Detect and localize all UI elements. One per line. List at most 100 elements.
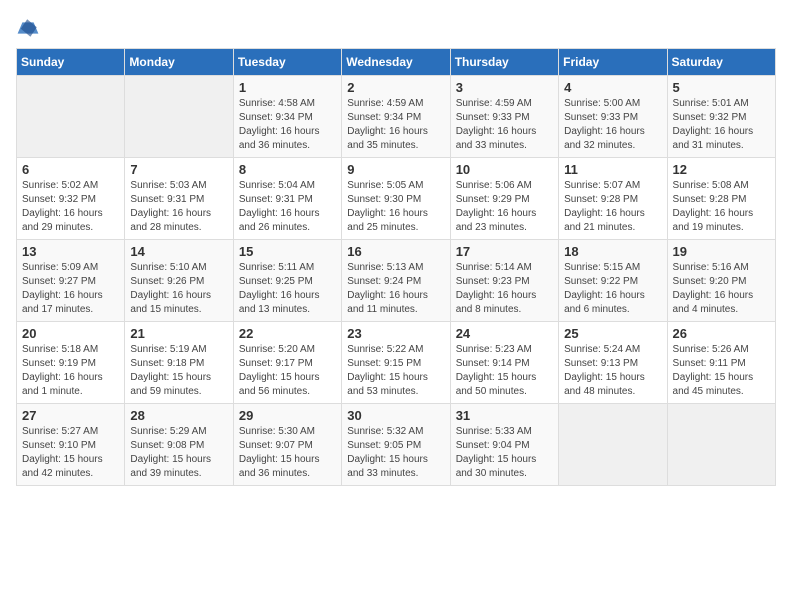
day-number: 23 — [347, 326, 444, 341]
calendar-cell: 4Sunrise: 5:00 AM Sunset: 9:33 PM Daylig… — [559, 76, 667, 158]
day-content: Sunrise: 5:13 AM Sunset: 9:24 PM Dayligh… — [347, 261, 444, 317]
day-number: 18 — [564, 244, 661, 259]
day-number: 6 — [22, 162, 119, 177]
calendar-cell: 1 Sunrise: 4:58 AM Sunset: 9:34 PM Daylig… — [233, 76, 341, 158]
calendar-cell: 12 Sunrise: 5:08 AM Sunset: 9:28 PM Dayli… — [667, 158, 775, 240]
day-content: Sunrise: 5:14 AM Sunset: 9:23 PM Dayligh… — [456, 261, 553, 317]
day-content: Sunrise: 5:32 AM Sunset: 9:05 PM Dayligh… — [347, 425, 444, 481]
day-content: Sunrise: 4:59 AM Sunset: 9:33 PM Dayligh… — [456, 97, 553, 153]
day-number: 21 — [130, 326, 227, 341]
day-content: Sunrise: 5:11 AM Sunset: 9:25 PM Dayligh… — [239, 261, 336, 317]
day-of-week-header: Saturday — [667, 49, 775, 76]
calendar-cell: 11 Sunrise: 5:07 AM Sunset: 9:28 PM Dayli… — [559, 158, 667, 240]
day-content: Sunrise: 5:27 AM Sunset: 9:10 PM Dayligh… — [22, 425, 119, 481]
calendar-cell: 8 Sunrise: 5:04 AM Sunset: 9:31 PM Daylig… — [233, 158, 341, 240]
calendar-cell — [17, 76, 125, 158]
day-number: 19 — [673, 244, 770, 259]
day-content: Sunrise: 5:09 AM Sunset: 9:27 PM Dayligh… — [22, 261, 119, 317]
day-content: Sunrise: 5:02 AM Sunset: 9:32 PM Dayligh… — [22, 179, 119, 235]
calendar-cell: 13 Sunrise: 5:09 AM Sunset: 9:27 PM Dayli… — [17, 240, 125, 322]
calendar-cell: 27Sunrise: 5:27 AM Sunset: 9:10 PM Dayli… — [17, 404, 125, 486]
day-of-week-header: Wednesday — [342, 49, 450, 76]
calendar-week-row: 27Sunrise: 5:27 AM Sunset: 9:10 PM Dayli… — [17, 404, 776, 486]
calendar-header-row: SundayMondayTuesdayWednesdayThursdayFrid… — [17, 49, 776, 76]
day-content: Sunrise: 5:20 AM Sunset: 9:17 PM Dayligh… — [239, 343, 336, 399]
day-number: 14 — [130, 244, 227, 259]
day-of-week-header: Monday — [125, 49, 233, 76]
day-number: 5 — [673, 80, 770, 95]
calendar-table: SundayMondayTuesdayWednesdayThursdayFrid… — [16, 48, 776, 486]
calendar-cell — [125, 76, 233, 158]
day-content: Sunrise: 4:59 AM Sunset: 9:34 PM Dayligh… — [347, 97, 444, 153]
calendar-body: 1 Sunrise: 4:58 AM Sunset: 9:34 PM Daylig… — [17, 76, 776, 486]
day-number: 26 — [673, 326, 770, 341]
calendar-cell: 24Sunrise: 5:23 AM Sunset: 9:14 PM Dayli… — [450, 322, 558, 404]
day-content: Sunrise: 5:33 AM Sunset: 9:04 PM Dayligh… — [456, 425, 553, 481]
day-content: Sunrise: 5:24 AM Sunset: 9:13 PM Dayligh… — [564, 343, 661, 399]
day-content: Sunrise: 5:22 AM Sunset: 9:15 PM Dayligh… — [347, 343, 444, 399]
day-of-week-header: Tuesday — [233, 49, 341, 76]
day-content: Sunrise: 5:29 AM Sunset: 9:08 PM Dayligh… — [130, 425, 227, 481]
day-number: 9 — [347, 162, 444, 177]
calendar-week-row: 1 Sunrise: 4:58 AM Sunset: 9:34 PM Daylig… — [17, 76, 776, 158]
day-content: Sunrise: 5:30 AM Sunset: 9:07 PM Dayligh… — [239, 425, 336, 481]
calendar-cell: 29 Sunrise: 5:30 AM Sunset: 9:07 PM Dayli… — [233, 404, 341, 486]
calendar-cell: 19 Sunrise: 5:16 AM Sunset: 9:20 PM Dayli… — [667, 240, 775, 322]
calendar-cell: 16 Sunrise: 5:13 AM Sunset: 9:24 PM Dayli… — [342, 240, 450, 322]
day-number: 29 — [239, 408, 336, 423]
day-content: Sunrise: 5:15 AM Sunset: 9:22 PM Dayligh… — [564, 261, 661, 317]
day-number: 16 — [347, 244, 444, 259]
day-number: 4 — [564, 80, 661, 95]
calendar-cell — [667, 404, 775, 486]
day-content: Sunrise: 5:26 AM Sunset: 9:11 PM Dayligh… — [673, 343, 770, 399]
day-content: Sunrise: 5:18 AM Sunset: 9:19 PM Dayligh… — [22, 343, 119, 399]
calendar-cell: 7Sunrise: 5:03 AM Sunset: 9:31 PM Daylig… — [125, 158, 233, 240]
day-number: 20 — [22, 326, 119, 341]
calendar-cell: 14 Sunrise: 5:10 AM Sunset: 9:26 PM Dayli… — [125, 240, 233, 322]
day-number: 31 — [456, 408, 553, 423]
calendar-cell: 20 Sunrise: 5:18 AM Sunset: 9:19 PM Dayli… — [17, 322, 125, 404]
day-number: 2 — [347, 80, 444, 95]
day-content: Sunrise: 5:05 AM Sunset: 9:30 PM Dayligh… — [347, 179, 444, 235]
calendar-cell: 30Sunrise: 5:32 AM Sunset: 9:05 PM Dayli… — [342, 404, 450, 486]
logo — [16, 16, 44, 40]
day-number: 13 — [22, 244, 119, 259]
calendar-cell: 5 Sunrise: 5:01 AM Sunset: 9:32 PM Daylig… — [667, 76, 775, 158]
calendar-cell: 2 Sunrise: 4:59 AM Sunset: 9:34 PM Daylig… — [342, 76, 450, 158]
calendar-cell: 26 Sunrise: 5:26 AM Sunset: 9:11 PM Dayli… — [667, 322, 775, 404]
day-of-week-header: Thursday — [450, 49, 558, 76]
calendar-cell: 17 Sunrise: 5:14 AM Sunset: 9:23 PM Dayli… — [450, 240, 558, 322]
day-content: Sunrise: 5:16 AM Sunset: 9:20 PM Dayligh… — [673, 261, 770, 317]
calendar-cell: 23 Sunrise: 5:22 AM Sunset: 9:15 PM Dayli… — [342, 322, 450, 404]
calendar-cell: 21Sunrise: 5:19 AM Sunset: 9:18 PM Dayli… — [125, 322, 233, 404]
day-content: Sunrise: 5:07 AM Sunset: 9:28 PM Dayligh… — [564, 179, 661, 235]
day-content: Sunrise: 5:06 AM Sunset: 9:29 PM Dayligh… — [456, 179, 553, 235]
calendar-cell: 10 Sunrise: 5:06 AM Sunset: 9:29 PM Dayli… — [450, 158, 558, 240]
calendar-cell: 6 Sunrise: 5:02 AM Sunset: 9:32 PM Daylig… — [17, 158, 125, 240]
day-of-week-header: Friday — [559, 49, 667, 76]
day-content: Sunrise: 5:10 AM Sunset: 9:26 PM Dayligh… — [130, 261, 227, 317]
calendar-cell: 25Sunrise: 5:24 AM Sunset: 9:13 PM Dayli… — [559, 322, 667, 404]
day-number: 24 — [456, 326, 553, 341]
day-number: 17 — [456, 244, 553, 259]
calendar-cell: 3Sunrise: 4:59 AM Sunset: 9:33 PM Daylig… — [450, 76, 558, 158]
day-number: 10 — [456, 162, 553, 177]
day-content: Sunrise: 5:04 AM Sunset: 9:31 PM Dayligh… — [239, 179, 336, 235]
day-number: 28 — [130, 408, 227, 423]
day-number: 12 — [673, 162, 770, 177]
calendar-cell: 15 Sunrise: 5:11 AM Sunset: 9:25 PM Dayli… — [233, 240, 341, 322]
logo-icon — [16, 16, 40, 40]
calendar-week-row: 13 Sunrise: 5:09 AM Sunset: 9:27 PM Dayli… — [17, 240, 776, 322]
day-number: 11 — [564, 162, 661, 177]
day-number: 8 — [239, 162, 336, 177]
calendar-week-row: 20 Sunrise: 5:18 AM Sunset: 9:19 PM Dayli… — [17, 322, 776, 404]
calendar-cell: 28 Sunrise: 5:29 AM Sunset: 9:08 PM Dayli… — [125, 404, 233, 486]
day-number: 1 — [239, 80, 336, 95]
day-number: 15 — [239, 244, 336, 259]
day-content: Sunrise: 4:58 AM Sunset: 9:34 PM Dayligh… — [239, 97, 336, 153]
calendar-cell: 18 Sunrise: 5:15 AM Sunset: 9:22 PM Dayli… — [559, 240, 667, 322]
day-content: Sunrise: 5:01 AM Sunset: 9:32 PM Dayligh… — [673, 97, 770, 153]
day-content: Sunrise: 5:08 AM Sunset: 9:28 PM Dayligh… — [673, 179, 770, 235]
calendar-week-row: 6 Sunrise: 5:02 AM Sunset: 9:32 PM Daylig… — [17, 158, 776, 240]
day-number: 7 — [130, 162, 227, 177]
